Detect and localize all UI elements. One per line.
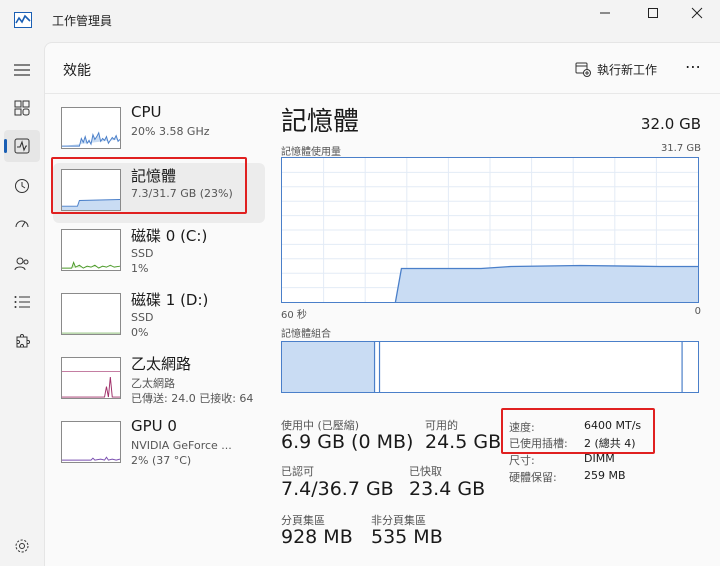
perf-item-subtitle-2: 0% (131, 326, 149, 339)
specs-highlight-box (501, 408, 655, 454)
hamburger-icon (14, 64, 30, 76)
in-use-value: 6.9 GB (0 MB) (281, 431, 414, 453)
committed-label: 已認可 (281, 465, 314, 478)
run-new-task-label: 執行新工作 (597, 62, 658, 77)
task-manager-app-icon (14, 12, 32, 28)
performance-icon (14, 138, 30, 154)
cpu-thumbnail-graph (61, 107, 121, 149)
hardware-reserved-label: 硬體保留: (509, 471, 557, 484)
window-title: 工作管理員 (52, 14, 113, 28)
disk1-thumbnail-graph (61, 293, 121, 335)
disk0-thumbnail-graph (61, 229, 121, 271)
memory-usage-graph (281, 157, 699, 303)
nav-details[interactable] (4, 286, 40, 318)
nonpaged-pool-value: 535 MB (371, 526, 443, 548)
perf-item-subtitle: 乙太網路 (131, 377, 175, 390)
users-icon (14, 257, 29, 271)
perf-item-gpu0[interactable]: GPU 0 NVIDIA GeForce ... 2% (37 °C) (53, 415, 265, 475)
perf-item-subtitle-2: 2% (37 °C) (131, 454, 192, 467)
nav-rail (0, 42, 44, 566)
usage-graph-label: 記憶體使用量 (281, 147, 341, 158)
startup-speedometer-icon (15, 220, 29, 228)
perf-item-subtitle: SSD (131, 247, 154, 260)
services-puzzle-icon (16, 334, 30, 348)
hamburger-menu-button[interactable] (4, 54, 40, 86)
perf-item-cpu[interactable]: CPU 20% 3.58 GHz (53, 101, 265, 161)
nav-app-history[interactable] (4, 170, 40, 202)
perf-item-ethernet[interactable]: 乙太網路 乙太網路 已傳送: 24.0 已接收: 64 (53, 351, 265, 411)
gear-icon (15, 539, 29, 553)
processes-grid-icon (14, 100, 30, 116)
nav-services[interactable] (4, 326, 40, 358)
memory-total: 32.0 GB (640, 115, 701, 133)
detail-title: 記憶體 (281, 107, 360, 137)
perf-item-title: 磁碟 1 (D:) (131, 291, 209, 309)
nav-users[interactable] (4, 248, 40, 280)
run-new-task-icon (575, 62, 591, 77)
nav-settings[interactable] (4, 530, 40, 562)
header-divider (45, 93, 720, 94)
maximize-icon (648, 8, 658, 18)
usage-graph-max: 31.7 GB (660, 143, 701, 154)
memory-detail-panel: 記憶體 32.0 GB 記憶體使用量 31.7 GB 60 秒 0 記憶體組合 (281, 101, 701, 561)
more-options-button[interactable]: ⋯ (685, 57, 702, 76)
perf-item-title: 磁碟 0 (C:) (131, 227, 208, 245)
perf-item-subtitle: NVIDIA GeForce ... (131, 439, 232, 452)
paged-pool-value: 928 MB (281, 526, 353, 548)
committed-value: 7.4/36.7 GB (281, 478, 394, 500)
nav-performance[interactable] (4, 130, 40, 162)
history-icon (15, 179, 29, 193)
minimize-button[interactable] (582, 0, 628, 26)
perf-item-subtitle-2: 已傳送: 24.0 已接收: 64 (131, 392, 254, 405)
perf-item-subtitle: SSD (131, 311, 154, 324)
nav-startup[interactable] (4, 208, 40, 240)
run-new-task-button[interactable]: 執行新工作 (575, 58, 657, 80)
cached-label: 已快取 (409, 465, 442, 478)
perf-item-title: GPU 0 (131, 417, 177, 435)
close-button[interactable] (674, 0, 720, 26)
memory-highlight-box (51, 157, 247, 214)
perf-item-title: 乙太網路 (131, 355, 192, 373)
cached-value: 23.4 GB (409, 478, 486, 500)
content-pane: 效能 執行新工作 ⋯ CPU 20% 3.58 GHz 記憶體 7.3/31.7… (44, 42, 720, 566)
form-factor-label: 尺寸: (509, 454, 535, 467)
minimize-icon (600, 12, 610, 14)
graph-axis-left: 60 秒 (281, 310, 307, 321)
nav-processes[interactable] (4, 92, 40, 124)
page-title: 效能 (63, 63, 91, 79)
available-value: 24.5 GB (425, 431, 502, 453)
graph-axis-right: 0 (694, 306, 701, 317)
perf-item-disk1[interactable]: 磁碟 1 (D:) SSD 0% (53, 287, 265, 347)
perf-item-title: CPU (131, 103, 162, 121)
memory-composition-bar (281, 341, 699, 393)
perf-item-subtitle-2: 1% (131, 262, 149, 275)
perf-item-subtitle: 20% 3.58 GHz (131, 125, 210, 138)
composition-label: 記憶體組合 (281, 329, 331, 340)
perf-item-disk0[interactable]: 磁碟 0 (C:) SSD 1% (53, 223, 265, 283)
title-bar: 工作管理員 (0, 0, 720, 42)
gpu-thumbnail-graph (61, 421, 121, 463)
hardware-reserved-value: 259 MB (584, 469, 626, 482)
ethernet-thumbnail-graph (61, 357, 121, 399)
maximize-button[interactable] (630, 0, 676, 26)
details-list-icon (14, 296, 30, 308)
close-icon (691, 7, 703, 19)
